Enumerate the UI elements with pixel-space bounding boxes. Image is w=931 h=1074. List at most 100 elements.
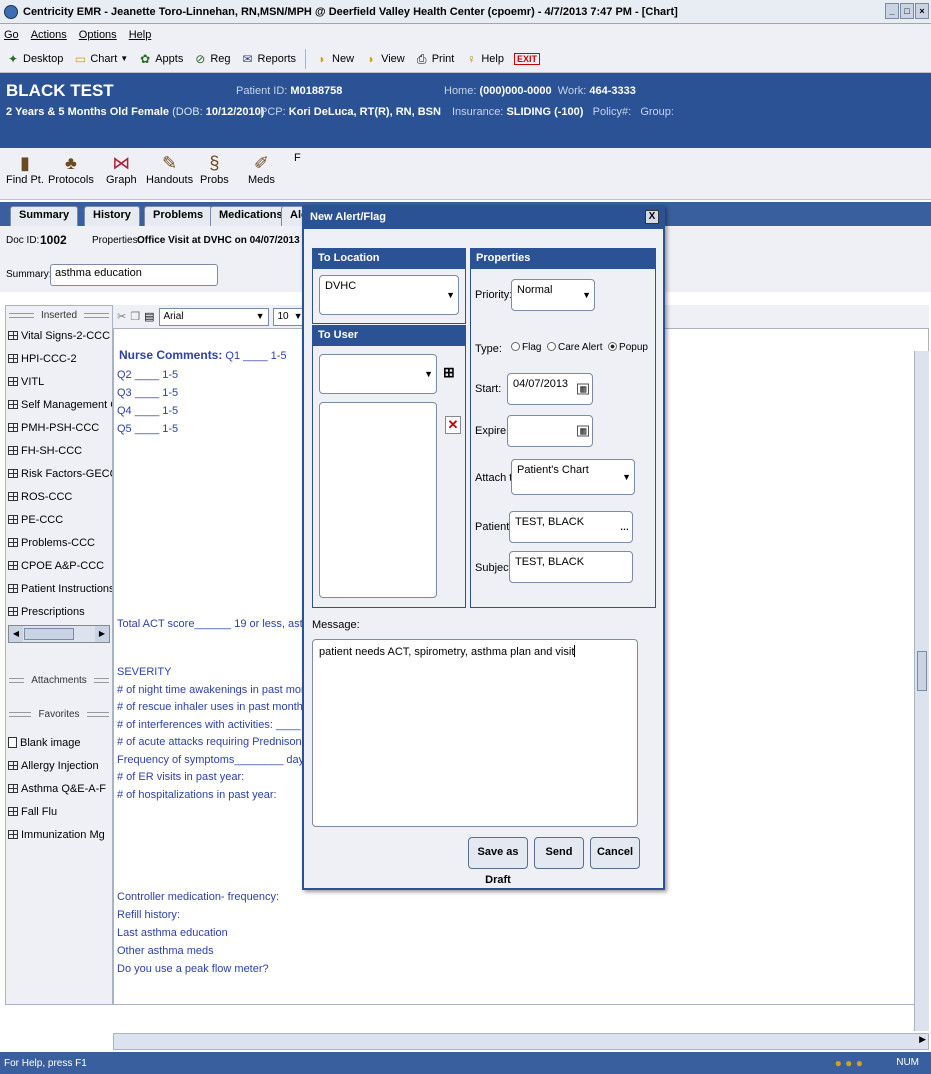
- protocols-button[interactable]: ♣ Protocols: [48, 152, 94, 186]
- list-item[interactable]: Vital Signs-2-CCC: [6, 324, 112, 347]
- font-select[interactable]: Arial ▼: [158, 307, 269, 326]
- list-item[interactable]: CPOE A&P-CCC: [6, 554, 112, 577]
- calendar-icon[interactable]: ▦: [577, 383, 589, 395]
- menu-options[interactable]: Options: [79, 29, 117, 41]
- copy-icon[interactable]: ❐: [130, 310, 140, 323]
- cancel-button[interactable]: Cancel: [590, 837, 640, 869]
- list-item[interactable]: VITL: [6, 370, 112, 393]
- toolbar-new-button[interactable]: ◗ New: [311, 50, 358, 68]
- type-popup-radio[interactable]: Popup: [608, 342, 648, 353]
- summary-input[interactable]: asthma education: [50, 264, 218, 286]
- attachments-header[interactable]: Attachments: [6, 671, 112, 689]
- list-item[interactable]: Patient Instructions-: [6, 577, 112, 600]
- toolbar-help-button[interactable]: ♀ Help: [460, 50, 508, 68]
- scroll-thumb[interactable]: [917, 651, 927, 691]
- calendar-icon[interactable]: ▦: [577, 425, 589, 437]
- paste-icon[interactable]: ▤: [144, 310, 154, 323]
- probs-button[interactable]: § Probs: [200, 152, 229, 186]
- toolbar-view-button[interactable]: ◗ View: [360, 50, 409, 68]
- home-value: (000)000-0000: [479, 85, 552, 97]
- toolbar-exit-button[interactable]: EXIT: [510, 51, 544, 67]
- toolbar-reports-button[interactable]: ✉ Reports: [237, 50, 301, 68]
- graph-button[interactable]: ⋈ Graph: [106, 152, 137, 186]
- menu-help[interactable]: Help: [129, 29, 152, 41]
- chevron-down-icon[interactable]: ▼: [256, 311, 265, 321]
- handouts-button[interactable]: ✎ Handouts: [146, 152, 193, 186]
- list-item[interactable]: Blank image: [6, 731, 112, 754]
- close-window-button[interactable]: ×: [915, 3, 929, 19]
- tab-summary[interactable]: Summary: [10, 206, 79, 226]
- toolbar-chart-button[interactable]: ▭ Chart ▼: [69, 50, 132, 68]
- list-item[interactable]: Asthma Q&E-A-F: [6, 777, 112, 800]
- patient-phones: Home: (000)000-0000 Work: 464-3333: [444, 85, 636, 97]
- scroll-thumb[interactable]: [24, 628, 74, 640]
- expire-date-field[interactable]: ▦: [507, 415, 593, 447]
- user-list[interactable]: [319, 402, 437, 598]
- inserted-header: Inserted: [6, 306, 112, 324]
- scroll-left-icon[interactable]: ◀: [9, 626, 23, 642]
- attach-select[interactable]: Patient's Chart ▼: [511, 459, 635, 495]
- priority-select[interactable]: Normal ▼: [511, 279, 595, 311]
- scroll-right-icon[interactable]: ▶: [919, 1034, 926, 1045]
- menu-go[interactable]: Go: [4, 29, 19, 41]
- message-textarea[interactable]: patient needs ACT, spirometry, asthma pl…: [312, 639, 638, 827]
- list-item[interactable]: Risk Factors-GECC: [6, 462, 112, 485]
- type-flag-radio[interactable]: Flag: [511, 342, 541, 353]
- list-item[interactable]: Problems-CCC: [6, 531, 112, 554]
- more-nav-button[interactable]: F: [294, 152, 301, 164]
- list-item[interactable]: FH-SH-CCC: [6, 439, 112, 462]
- list-item-label: Risk Factors-GECC: [21, 467, 112, 480]
- remove-user-icon[interactable]: ✕: [445, 416, 461, 434]
- list-item[interactable]: ROS-CCC: [6, 485, 112, 508]
- toolbar-print-button[interactable]: ⎙ Print: [411, 50, 459, 68]
- send-button[interactable]: Send: [534, 837, 584, 869]
- subject-field[interactable]: TEST, BLACK: [509, 551, 633, 583]
- user-select[interactable]: ▼: [319, 354, 437, 394]
- chevron-down-icon[interactable]: ▼: [582, 290, 591, 300]
- tab-history[interactable]: History: [84, 206, 140, 226]
- maximize-button[interactable]: □: [900, 3, 914, 19]
- attach-value: Patient's Chart: [517, 464, 589, 476]
- list-item[interactable]: Prescriptions: [6, 600, 112, 623]
- list-item[interactable]: Allergy Injection: [6, 754, 112, 777]
- list-item[interactable]: PMH-PSH-CCC: [6, 416, 112, 439]
- radio-selected-icon: [608, 342, 618, 351]
- list-item[interactable]: Self Management G: [6, 393, 112, 416]
- ellipsis-icon[interactable]: …: [620, 522, 629, 532]
- editor-hscrollbar[interactable]: ▶: [113, 1033, 929, 1050]
- chevron-down-icon[interactable]: ▼: [120, 54, 128, 63]
- toolbar-desktop-button[interactable]: ✦ Desktop: [2, 50, 67, 68]
- favorites-header[interactable]: Favorites: [6, 705, 112, 723]
- cut-icon[interactable]: ✂: [117, 310, 126, 323]
- chevron-down-icon[interactable]: ▼: [424, 369, 433, 379]
- start-date-field[interactable]: 04/07/2013 ▦: [507, 373, 593, 405]
- find-patient-button[interactable]: ▮ Find Pt.: [6, 152, 44, 186]
- list-item[interactable]: Immunization Mg: [6, 823, 112, 846]
- insurance-label: Insurance:: [452, 106, 504, 118]
- type-care-alert-radio[interactable]: Care Alert: [547, 342, 602, 353]
- list-item[interactable]: HPI-CCC-2: [6, 347, 112, 370]
- editor-vscrollbar[interactable]: [914, 351, 929, 1031]
- pcp-value: Kori DeLuca, RT(R), RN, BSN: [288, 106, 441, 118]
- location-select[interactable]: DVHC ▼: [319, 275, 459, 315]
- list-item[interactable]: PE-CCC: [6, 508, 112, 531]
- list-item[interactable]: Fall Flu: [6, 800, 112, 823]
- save-draft-button[interactable]: Save as Draft: [468, 837, 528, 886]
- inserted-hscrollbar[interactable]: ◀ ▶: [8, 625, 110, 643]
- user-lookup-icon[interactable]: ⊞: [443, 364, 455, 381]
- patient-insurance: Insurance: SLIDING (-100) Policy#: Group…: [452, 106, 674, 118]
- minimize-button[interactable]: _: [885, 3, 899, 19]
- toolbar-reg-button[interactable]: ⊘ Reg: [189, 50, 234, 68]
- chevron-down-icon[interactable]: ▼: [622, 472, 631, 482]
- tray-icons: ● ● ●: [834, 1056, 863, 1070]
- close-icon[interactable]: X: [645, 210, 659, 224]
- scroll-right-icon[interactable]: ▶: [95, 626, 109, 642]
- appointments-icon: ✿: [140, 51, 151, 66]
- patient-field[interactable]: TEST, BLACK …: [509, 511, 633, 543]
- tab-medications[interactable]: Medications: [210, 206, 292, 226]
- toolbar-appts-button[interactable]: ✿ Appts: [134, 50, 187, 68]
- chevron-down-icon[interactable]: ▼: [446, 290, 455, 300]
- menu-actions[interactable]: Actions: [31, 29, 67, 41]
- meds-button[interactable]: ✐ Meds: [248, 152, 275, 186]
- tab-problems[interactable]: Problems: [144, 206, 213, 226]
